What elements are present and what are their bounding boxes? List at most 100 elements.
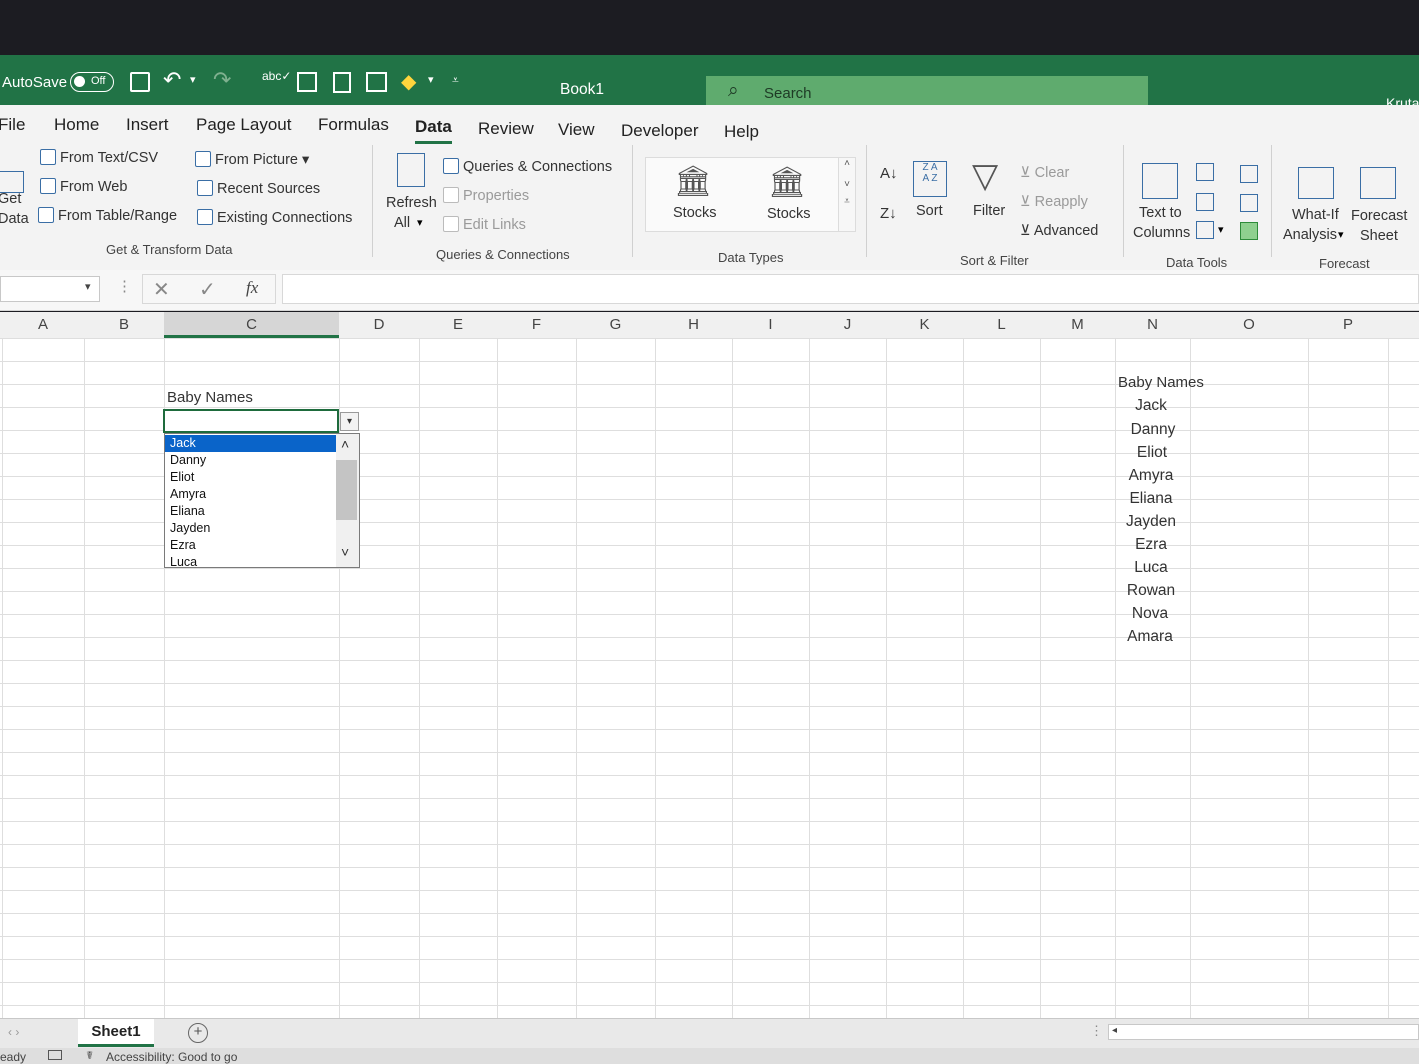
scrollbar-thumb[interactable]	[336, 460, 357, 520]
cell-n-value[interactable]: Eliana	[1115, 490, 1187, 508]
refresh-icon[interactable]	[397, 153, 425, 187]
column-header-k[interactable]: K	[886, 316, 963, 333]
text-to-columns-label-2[interactable]: Columns	[1133, 225, 1190, 241]
chevron-up-icon[interactable]: ˄	[839, 158, 855, 169]
forecast-label[interactable]: Forecast	[1351, 208, 1407, 224]
dropdown-option-jayden[interactable]: Jayden	[169, 520, 336, 537]
accessibility-status[interactable]: Accessibility: Good to go	[106, 1050, 237, 1064]
dropdown-option-amyra[interactable]: Amyra	[169, 486, 336, 503]
recent-sources-button[interactable]: Recent Sources	[197, 180, 320, 197]
queries-connections-button[interactable]: Queries & Connections	[443, 158, 612, 175]
fill-color-icon[interactable]: ◆	[401, 69, 416, 94]
print-preview-icon[interactable]	[333, 72, 351, 93]
chevron-down-icon[interactable]: ▾	[85, 280, 91, 293]
column-header-e[interactable]: E	[419, 316, 497, 333]
add-sheet-icon[interactable]: +	[188, 1023, 208, 1043]
dropdown-scrollbar[interactable]: ˄ ˅	[336, 434, 359, 567]
sheet-tab-sheet1[interactable]: Sheet1	[78, 1019, 154, 1047]
get-data-icon[interactable]	[0, 171, 24, 193]
column-header-c[interactable]: C	[164, 312, 339, 338]
data-validation-icon[interactable]	[1196, 221, 1214, 239]
dropdown-option-ezra[interactable]: Ezra	[169, 537, 336, 554]
chevron-down-icon[interactable]: ▾	[417, 216, 423, 229]
get-data-label-2[interactable]: Data	[0, 211, 29, 227]
chevron-down-icon[interactable]: ▾	[428, 73, 434, 86]
existing-connections-button[interactable]: Existing Connections	[197, 209, 352, 226]
tab-formulas[interactable]: Formulas	[318, 115, 389, 135]
column-header-o[interactable]: O	[1190, 316, 1308, 333]
column-header-m[interactable]: M	[1040, 316, 1115, 333]
spelling-icon[interactable]: abc✓	[262, 69, 291, 83]
column-header-n[interactable]: N	[1115, 316, 1190, 333]
undo-icon[interactable]: ↶	[163, 67, 181, 93]
what-if-label-2[interactable]: Analysis	[1283, 227, 1337, 243]
tab-review[interactable]: Review	[478, 119, 534, 139]
what-if-label[interactable]: What-If	[1292, 207, 1339, 223]
cell-n-value[interactable]: Jack	[1115, 397, 1187, 415]
cell-n-value[interactable]: Danny	[1117, 421, 1189, 439]
sort-z-a-icon[interactable]: Z↓	[880, 205, 897, 222]
from-text-csv-button[interactable]: From Text/CSV	[40, 149, 158, 166]
name-box[interactable]: ▾	[0, 276, 100, 302]
forecast-sheet-icon[interactable]	[1360, 167, 1396, 199]
tab-insert[interactable]: Insert	[126, 115, 169, 135]
stocks-button-1[interactable]: Stocks	[673, 205, 717, 221]
get-data-label[interactable]: Get	[0, 191, 21, 207]
bank-icon[interactable]: 🏛	[768, 165, 806, 200]
autosave-toggle[interactable]: Off	[70, 72, 114, 92]
refresh-all-label[interactable]: All	[394, 215, 410, 231]
from-web-button[interactable]: From Web	[40, 178, 127, 195]
gallery-more-icon[interactable]: ⩡	[839, 196, 855, 207]
cell-n-value[interactable]: Amyra	[1115, 467, 1187, 485]
column-header-j[interactable]: J	[809, 316, 886, 333]
cell-c-header[interactable]: Baby Names	[167, 389, 253, 406]
active-cell[interactable]	[163, 409, 339, 433]
dropdown-option-eliana[interactable]: Eliana	[169, 503, 336, 520]
sort-a-z-icon[interactable]: A↓	[880, 165, 898, 182]
refresh-label[interactable]: Refresh	[386, 195, 437, 211]
bank-icon[interactable]: 🏛	[674, 164, 712, 199]
enter-icon[interactable]: ✓	[199, 277, 216, 302]
customize-toolbar-icon[interactable]: ⩡	[452, 73, 459, 88]
dropdown-option-eliot[interactable]: Eliot	[169, 469, 336, 486]
dropdown-option-danny[interactable]: Danny	[169, 452, 336, 469]
column-header-d[interactable]: D	[339, 316, 419, 333]
cell-n-value[interactable]: Luca	[1115, 559, 1187, 577]
dropdown-arrow-button[interactable]: ▾	[340, 412, 359, 431]
tab-page-layout[interactable]: Page Layout	[196, 115, 291, 135]
cell-n-value[interactable]: Nova	[1114, 605, 1186, 623]
text-to-columns-label[interactable]: Text to	[1139, 205, 1182, 221]
column-header-i[interactable]: I	[732, 316, 809, 333]
form-icon[interactable]	[366, 72, 387, 92]
insert-function-icon[interactable]: fx	[246, 278, 258, 298]
tab-home[interactable]: Home	[54, 115, 99, 135]
tab-view[interactable]: View	[558, 120, 595, 140]
tab-developer[interactable]: Developer	[621, 121, 699, 141]
column-header-b[interactable]: B	[84, 316, 164, 333]
scroll-left-icon[interactable]: ◂	[1112, 1025, 1117, 1036]
text-to-columns-icon[interactable]	[1142, 163, 1178, 199]
remove-duplicates-icon[interactable]	[1196, 193, 1214, 211]
forecast-label-2[interactable]: Sheet	[1360, 228, 1398, 244]
chevron-up-icon[interactable]: ˄	[341, 436, 349, 452]
data-model-icon[interactable]	[1240, 222, 1258, 240]
chevron-down-icon[interactable]: ▾	[1338, 228, 1344, 241]
tab-help[interactable]: Help	[724, 122, 759, 142]
cell-n-value[interactable]: Ezra	[1115, 536, 1187, 554]
filter-icon[interactable]: ▽	[972, 159, 998, 193]
more-icon[interactable]: ⋮	[1090, 1023, 1103, 1039]
column-header-h[interactable]: H	[655, 316, 732, 333]
save-icon[interactable]	[130, 72, 150, 92]
sheet-nav-icon[interactable]: ‹ ›	[8, 1025, 19, 1039]
cell-n-value[interactable]: Eliot	[1116, 444, 1188, 462]
gallery-scroll[interactable]: ˄ ˅ ⩡	[838, 157, 856, 232]
cell-n-value[interactable]: Jayden	[1115, 513, 1187, 531]
from-table-button[interactable]: From Table/Range	[38, 207, 177, 224]
column-header-f[interactable]: F	[497, 316, 576, 333]
from-picture-button[interactable]: From Picture ▾	[195, 151, 309, 168]
validation-dropdown-list[interactable]: Jack Danny Eliot Amyra Eliana Jayden Ezr…	[164, 433, 360, 569]
column-header-a[interactable]: A	[2, 316, 84, 333]
sort-button[interactable]: Sort	[916, 203, 943, 219]
formula-input[interactable]	[282, 274, 1419, 304]
more-icon[interactable]: ⋮	[117, 277, 132, 295]
